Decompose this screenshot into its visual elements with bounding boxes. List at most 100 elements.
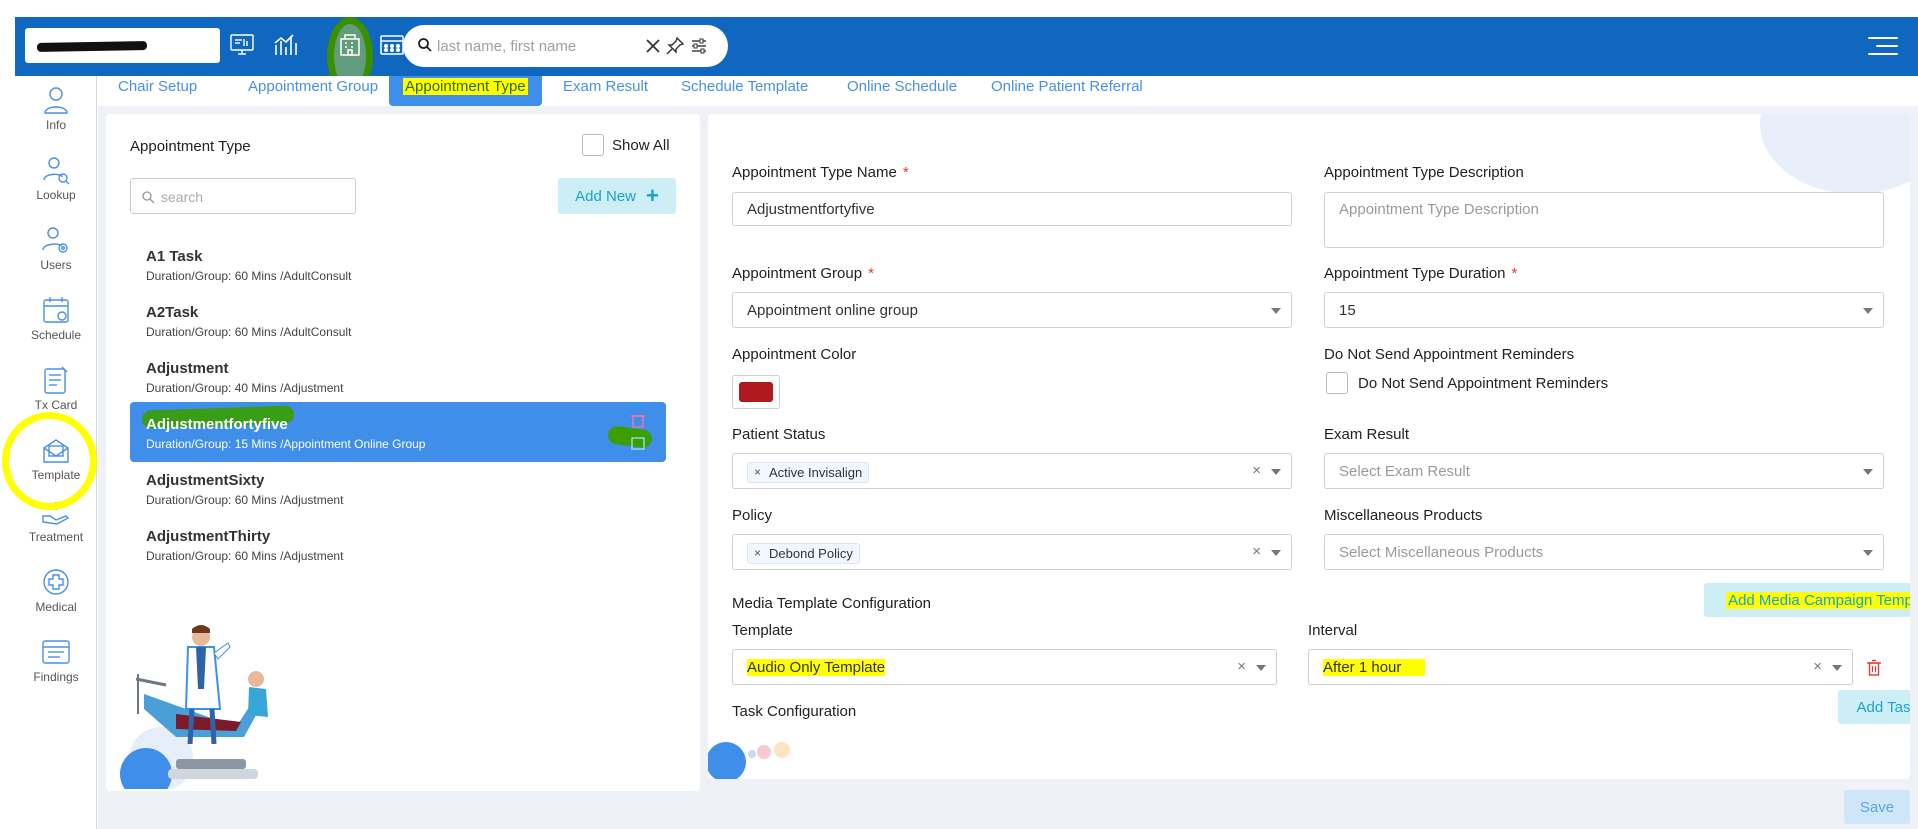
item-details: Duration/Group: 40 Mins /Adjustment [146, 381, 344, 395]
sidebar-item-findings[interactable]: Findings [15, 636, 97, 698]
clear-icon[interactable]: × [1252, 543, 1261, 560]
redacted-mark [36, 41, 148, 52]
select-value: 15 [1339, 302, 1356, 319]
sidebar-item-medical[interactable]: Medical [15, 566, 97, 628]
item-name: Adjustmentfortyfive [146, 416, 288, 433]
clear-icon[interactable]: × [1813, 658, 1822, 675]
list-item[interactable]: Adjustment Duration/Group: 40 Mins /Adju… [130, 346, 666, 406]
tab-appointment-group[interactable]: Appointment Group [234, 76, 392, 106]
sidebar-item-label: Lookup [36, 188, 76, 202]
item-details: Duration/Group: 60 Mins /AdultConsult [146, 269, 352, 283]
list-item[interactable]: AdjustmentThirty Duration/Group: 60 Mins… [130, 514, 666, 574]
sidebar-item-label: Medical [35, 600, 77, 614]
chevron-down-icon [1271, 469, 1281, 475]
chevron-down-icon [1271, 308, 1281, 314]
group-select[interactable]: Appointment online group [732, 292, 1292, 328]
chevron-down-icon [1256, 665, 1266, 671]
no-reminders-label: Do Not Send Appointment Reminders [1324, 346, 1575, 363]
delete-icon[interactable] [628, 412, 648, 452]
remove-tag-icon[interactable]: × [754, 465, 761, 479]
duration-label: Appointment Type Duration * [1324, 265, 1517, 282]
exam-result-select[interactable]: Select Exam Result [1324, 453, 1884, 489]
patient-status-select[interactable]: × Active Invisalign × [732, 453, 1292, 489]
sidebar-item-users[interactable]: Users [15, 224, 97, 286]
clear-icon[interactable]: × [1252, 462, 1261, 479]
menu-icon[interactable] [1866, 35, 1898, 57]
list-item[interactable]: AdjustmentSixty Duration/Group: 60 Mins … [130, 458, 666, 518]
task-config-label: Task Configuration [732, 703, 857, 720]
practice-logo[interactable] [25, 28, 220, 63]
add-new-button[interactable]: Add New + [558, 178, 676, 214]
tab-schedule-template[interactable]: Schedule Template [667, 76, 822, 106]
trash-icon[interactable] [1866, 659, 1882, 677]
label-text: Appointment Type Duration [1324, 265, 1506, 282]
show-all-checkbox[interactable] [582, 134, 604, 156]
required-mark: * [1511, 265, 1518, 282]
medical-cross-icon [43, 569, 69, 595]
list-search-input[interactable] [161, 187, 341, 207]
appointment-type-list-panel: Appointment Type Show All Add New + A1 T… [106, 114, 700, 791]
tag-label: Debond Policy [769, 545, 853, 561]
color-swatch-fill [739, 382, 773, 402]
select-value: Audio Only Template [747, 659, 886, 676]
interval-select[interactable]: After 1 hour × [1308, 649, 1853, 685]
tab-label: Appointment Type [403, 78, 528, 95]
search-icon [142, 191, 155, 204]
clear-icon[interactable]: × [1237, 658, 1246, 675]
item-details: Duration/Group: 60 Mins /Adjustment [146, 549, 344, 563]
tab-exam-result[interactable]: Exam Result [549, 76, 662, 106]
sidebar-item-label: Findings [33, 670, 79, 684]
button-label: Add Task Config [1856, 698, 1910, 716]
chart-bar-icon[interactable] [270, 30, 300, 60]
sidebar-item-label: Users [40, 258, 72, 272]
highlight-annotation [2, 412, 97, 510]
tab-chair-setup[interactable]: Chair Setup [104, 76, 211, 106]
tab-online-schedule[interactable]: Online Schedule [833, 76, 971, 106]
color-picker[interactable] [732, 375, 780, 409]
sidebar-item-schedule[interactable]: Schedule [15, 294, 97, 356]
color-label: Appointment Color [732, 346, 857, 363]
user-search-icon [43, 157, 70, 185]
sidebar-item-label: Treatment [28, 530, 84, 544]
filter-sliders-icon[interactable] [689, 36, 709, 56]
patient-search-input[interactable] [437, 35, 637, 57]
clear-icon[interactable] [643, 36, 663, 56]
panel-title: Appointment Type [130, 138, 251, 155]
policy-select[interactable]: × Debond Policy × [732, 534, 1292, 570]
policy-label: Policy [732, 507, 773, 524]
dashboard-icon[interactable] [227, 30, 257, 60]
patient-status-label: Patient Status [732, 426, 826, 443]
add-task-config-button[interactable]: Add Task Config [1838, 690, 1910, 724]
no-reminders-toggle[interactable]: Do Not Send Appointment Reminders [1326, 372, 1608, 394]
add-new-label: Add New [575, 187, 636, 205]
tab-online-patient-referral[interactable]: Online Patient Referral [977, 76, 1157, 106]
building-icon[interactable] [335, 30, 365, 60]
user-icon [44, 87, 68, 114]
type-name-input[interactable]: Adjustmentfortyfive [732, 192, 1292, 226]
list-item-selected[interactable]: Adjustmentfortyfive Duration/Group: 15 M… [130, 402, 666, 462]
save-button[interactable]: Save [1844, 790, 1910, 824]
group-label: Appointment Group * [732, 265, 874, 282]
duration-select[interactable]: 15 [1324, 292, 1884, 328]
remove-tag-icon[interactable]: × [754, 546, 761, 560]
sidebar-item-info[interactable]: Info [15, 84, 97, 146]
pin-icon[interactable] [665, 36, 685, 56]
main-content: Chair Setup Appointment Group Appointmen… [98, 76, 1918, 829]
show-all-toggle[interactable]: Show All [582, 134, 670, 156]
add-media-campaign-button[interactable]: Add Media Campaign Template + [1704, 583, 1910, 617]
media-config-label: Media Template Configuration [732, 595, 932, 612]
misc-products-select[interactable]: Select Miscellaneous Products [1324, 534, 1884, 570]
exam-result-label: Exam Result [1324, 426, 1410, 443]
plus-icon: + [646, 183, 659, 208]
misc-products-label: Miscellaneous Products [1324, 507, 1483, 524]
list-item[interactable]: A1 Task Duration/Group: 60 Mins /AdultCo… [130, 234, 666, 294]
list-item[interactable]: A2Task Duration/Group: 60 Mins /AdultCon… [130, 290, 666, 350]
no-reminders-checkbox[interactable] [1326, 372, 1348, 394]
template-select[interactable]: Audio Only Template × [732, 649, 1277, 685]
select-value: Appointment online group [747, 302, 918, 319]
description-textarea[interactable]: Appointment Type Description [1324, 192, 1884, 248]
decorative-dots [708, 742, 790, 779]
sidebar-item-lookup[interactable]: Lookup [15, 154, 97, 216]
item-name: AdjustmentThirty [146, 528, 271, 545]
tab-appointment-type[interactable]: Appointment Type [389, 76, 542, 106]
